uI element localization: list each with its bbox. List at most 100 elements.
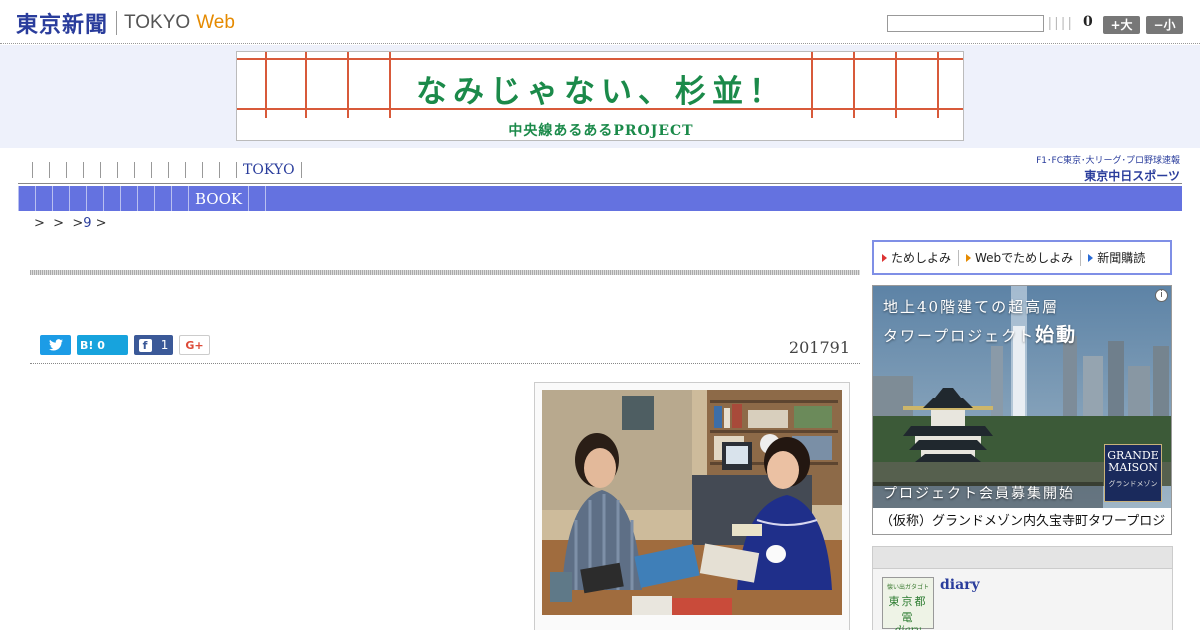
nav-item[interactable] [137, 186, 138, 211]
article-date: 201791 [788, 338, 850, 357]
interview-photo-illustration [542, 390, 842, 615]
nav-item[interactable] [69, 186, 70, 211]
breadcrumb-separator: > [95, 216, 107, 231]
subscribe-label: 新聞購読 [1097, 251, 1146, 265]
subscription-links: ためしよみ Webでためしよみ 新聞購読 [872, 240, 1172, 275]
primary-nav: TOKYO [32, 160, 302, 180]
article-photo-frame [534, 382, 850, 630]
secondary-nav: BOOK [18, 186, 1182, 211]
date-rule [30, 363, 860, 364]
link-divider [958, 249, 960, 266]
diary-widget-header [873, 547, 1172, 569]
promo-banner[interactable]: なみじゃない、杉並！ 中央線あるあるPROJECT [236, 51, 964, 141]
site-logo[interactable]: 東京新聞 TOKYO Web [16, 8, 235, 38]
ad-headline: 地上40階建ての超高層 [883, 298, 1060, 316]
ad-member-text: プロジェクト会員募集開始 [883, 486, 1075, 502]
nav-item[interactable] [134, 162, 135, 178]
triangle-bullet-icon [1088, 253, 1094, 262]
headline-rule [30, 270, 860, 275]
social-share-bar: B! 0 f 1 G+ [40, 335, 210, 355]
trial-reading-label: ためしよみ [891, 251, 952, 265]
subscribe-link[interactable]: 新聞購読 [1088, 249, 1145, 266]
twitter-share-button[interactable] [40, 335, 71, 355]
nav-item[interactable] [35, 186, 36, 211]
breadcrumb-separator: > [53, 216, 65, 231]
nav-item[interactable] [32, 162, 33, 178]
ad-subheadline-text: タワープロジェクト [883, 327, 1036, 345]
nav-item[interactable] [100, 162, 101, 178]
breadcrumb-separator: > [34, 216, 45, 231]
nav-item[interactable] [219, 162, 220, 178]
triangle-bullet-icon [966, 253, 972, 262]
diary-widget: 懐い出ガタゴト 東京都電 diary diary [872, 546, 1173, 630]
font-size-down-button[interactable]: −小 [1146, 16, 1183, 34]
hatena-bookmark-button[interactable]: B! 0 [77, 335, 128, 355]
ad-info-icon[interactable]: i [1155, 289, 1168, 302]
link-divider [1080, 249, 1082, 266]
site-header: 東京新聞 TOKYO Web |||| 0 +大 −小 [0, 0, 1200, 44]
facebook-icon: f [138, 338, 152, 352]
nav-item[interactable] [117, 162, 118, 178]
ad-brand-logo: GRANDE MAISON グランドメゾン [1104, 444, 1162, 502]
banner-subtitle: 中央線あるあるPROJECT [508, 123, 694, 139]
google-plus-button[interactable]: G+ [179, 335, 210, 355]
nav-item[interactable] [265, 186, 267, 211]
web-trial-reading-link[interactable]: Webでためしよみ [966, 249, 1073, 266]
chunichi-logo: 東京中日スポーツ [1084, 169, 1180, 183]
breadcrumb: > > >9 > [34, 216, 107, 231]
nav-item-tokyo[interactable]: TOKYO [243, 162, 295, 178]
logo-english: TOKYO [124, 12, 191, 33]
nav-item[interactable] [188, 186, 189, 211]
nav-rule [18, 183, 1182, 184]
ad-subheadline: タワープロジェクト始動 [883, 320, 1077, 347]
article-photo[interactable] [542, 390, 842, 615]
font-size-up-button[interactable]: +大 [1103, 16, 1140, 34]
nav-item[interactable] [171, 186, 172, 211]
ad-footer: （仮称）グランドメゾン内久宝寺町タワープロジェクト [873, 508, 1171, 534]
header-count: 0 [1083, 14, 1093, 30]
nav-item[interactable] [66, 162, 67, 178]
web-trial-reading-label: Webでためしよみ [975, 251, 1074, 265]
breadcrumb-link[interactable]: 9 [83, 216, 91, 231]
ad-brand-jp: グランドメゾン [1108, 480, 1158, 488]
breadcrumb-separator: > [72, 216, 84, 231]
diary-thumb-subtitle: diary [883, 625, 933, 630]
nav-item[interactable] [185, 162, 186, 178]
nav-divider [300, 162, 302, 178]
banner-title: なみじゃない、杉並！ [416, 74, 786, 110]
twitter-icon [48, 339, 63, 351]
nav-item[interactable] [154, 186, 155, 211]
logo-divider [116, 11, 118, 35]
diary-thumb-title: 東京都電 [888, 595, 928, 624]
facebook-share-button[interactable]: f 1 [134, 335, 173, 355]
diary-link[interactable]: diary [940, 577, 980, 593]
nav-item[interactable] [103, 186, 104, 211]
logo-japanese: 東京新聞 [16, 13, 109, 38]
nav-item[interactable] [168, 162, 169, 178]
triangle-bullet-icon [882, 253, 887, 262]
diary-thumb-caption: 懐い出ガタゴト [886, 584, 929, 591]
hatena-count: 0 [97, 338, 105, 352]
nav-item[interactable] [120, 186, 121, 211]
header-separators: |||| [1048, 14, 1075, 30]
nav-item[interactable] [18, 186, 19, 211]
nav-item-book[interactable]: BOOK [195, 190, 242, 208]
search-input[interactable] [887, 15, 1044, 32]
nav-item[interactable] [202, 162, 203, 178]
banner-area: なみじゃない、杉並！ 中央線あるあるPROJECT [0, 45, 1200, 148]
facebook-count: 1 [160, 338, 169, 352]
chunichi-caption: F1･FC東京･大リーグ･プロ野球速報 [1036, 156, 1180, 166]
trial-reading-link[interactable]: ためしよみ [882, 249, 951, 266]
nav-item[interactable] [151, 162, 152, 178]
nav-item[interactable] [83, 162, 84, 178]
ad-brand-en: GRANDE MAISON [1107, 449, 1159, 474]
diary-thumbnail[interactable]: 懐い出ガタゴト 東京都電 diary [882, 577, 934, 630]
nav-item[interactable] [236, 162, 237, 178]
nav-item[interactable] [248, 186, 250, 211]
hatena-icon: B! [80, 338, 94, 352]
nav-item[interactable] [86, 186, 87, 211]
advertisement[interactable]: 地上40階建ての超高層 タワープロジェクト始動 i GRANDE MAISON … [872, 285, 1172, 535]
chunichi-sports-link[interactable]: F1･FC東京･大リーグ･プロ野球速報 東京中日スポーツ [1020, 153, 1180, 183]
nav-item[interactable] [49, 162, 50, 178]
nav-item[interactable] [52, 186, 53, 211]
